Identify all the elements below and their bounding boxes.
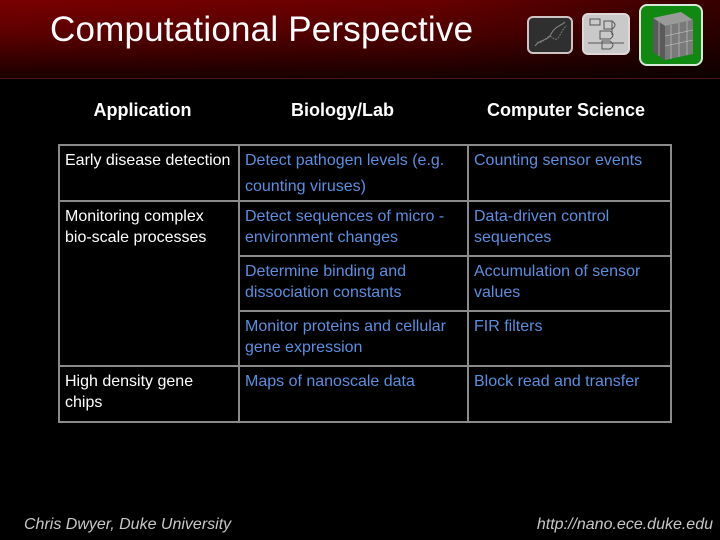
biology-cell: Monitor proteins and cellular gene expre… xyxy=(238,310,469,367)
column-header-computer-science: Computer Science xyxy=(486,100,646,120)
application-cell: High density gene chips xyxy=(58,365,240,423)
cs-cell: Block read and transfer xyxy=(467,365,672,423)
biology-cell: Detect sequences of micro -environment c… xyxy=(238,200,469,257)
dna-strand-image xyxy=(527,16,573,54)
application-cell: Early disease detection xyxy=(58,144,240,202)
cs-cell: FIR filters xyxy=(467,310,672,367)
cs-cell: Accumulation of sensor values xyxy=(467,255,672,312)
table-row: Early disease detection Detect pathogen … xyxy=(58,144,672,202)
column-header-biology: Biology/Lab xyxy=(291,100,394,120)
cs-cell: Data-driven control sequences xyxy=(467,200,672,257)
slide-title: Computational Perspective xyxy=(50,10,474,49)
column-header-application: Application xyxy=(93,100,192,120)
logic-circuit-image xyxy=(582,13,630,55)
table-row: Monitoring complex bio-scale processes D… xyxy=(58,200,672,367)
header-divider xyxy=(0,78,720,79)
nanostructure-cube-image xyxy=(639,4,703,66)
perspective-table: Early disease detection Detect pathogen … xyxy=(58,144,672,423)
biology-cell: Maps of nanoscale data xyxy=(238,365,469,423)
footer-url[interactable]: http://nano.ece.duke.edu xyxy=(537,516,713,534)
footer-author: Chris Dwyer, Duke University xyxy=(24,516,232,533)
biology-cell: Determine binding and dissociation const… xyxy=(238,255,469,312)
table-row: High density gene chips Maps of nanoscal… xyxy=(58,365,672,423)
biology-cell: Detect pathogen levels (e.g. counting vi… xyxy=(238,144,469,202)
application-cell: Monitoring complex bio-scale processes xyxy=(58,200,240,367)
cs-cell: Counting sensor events xyxy=(467,144,672,202)
